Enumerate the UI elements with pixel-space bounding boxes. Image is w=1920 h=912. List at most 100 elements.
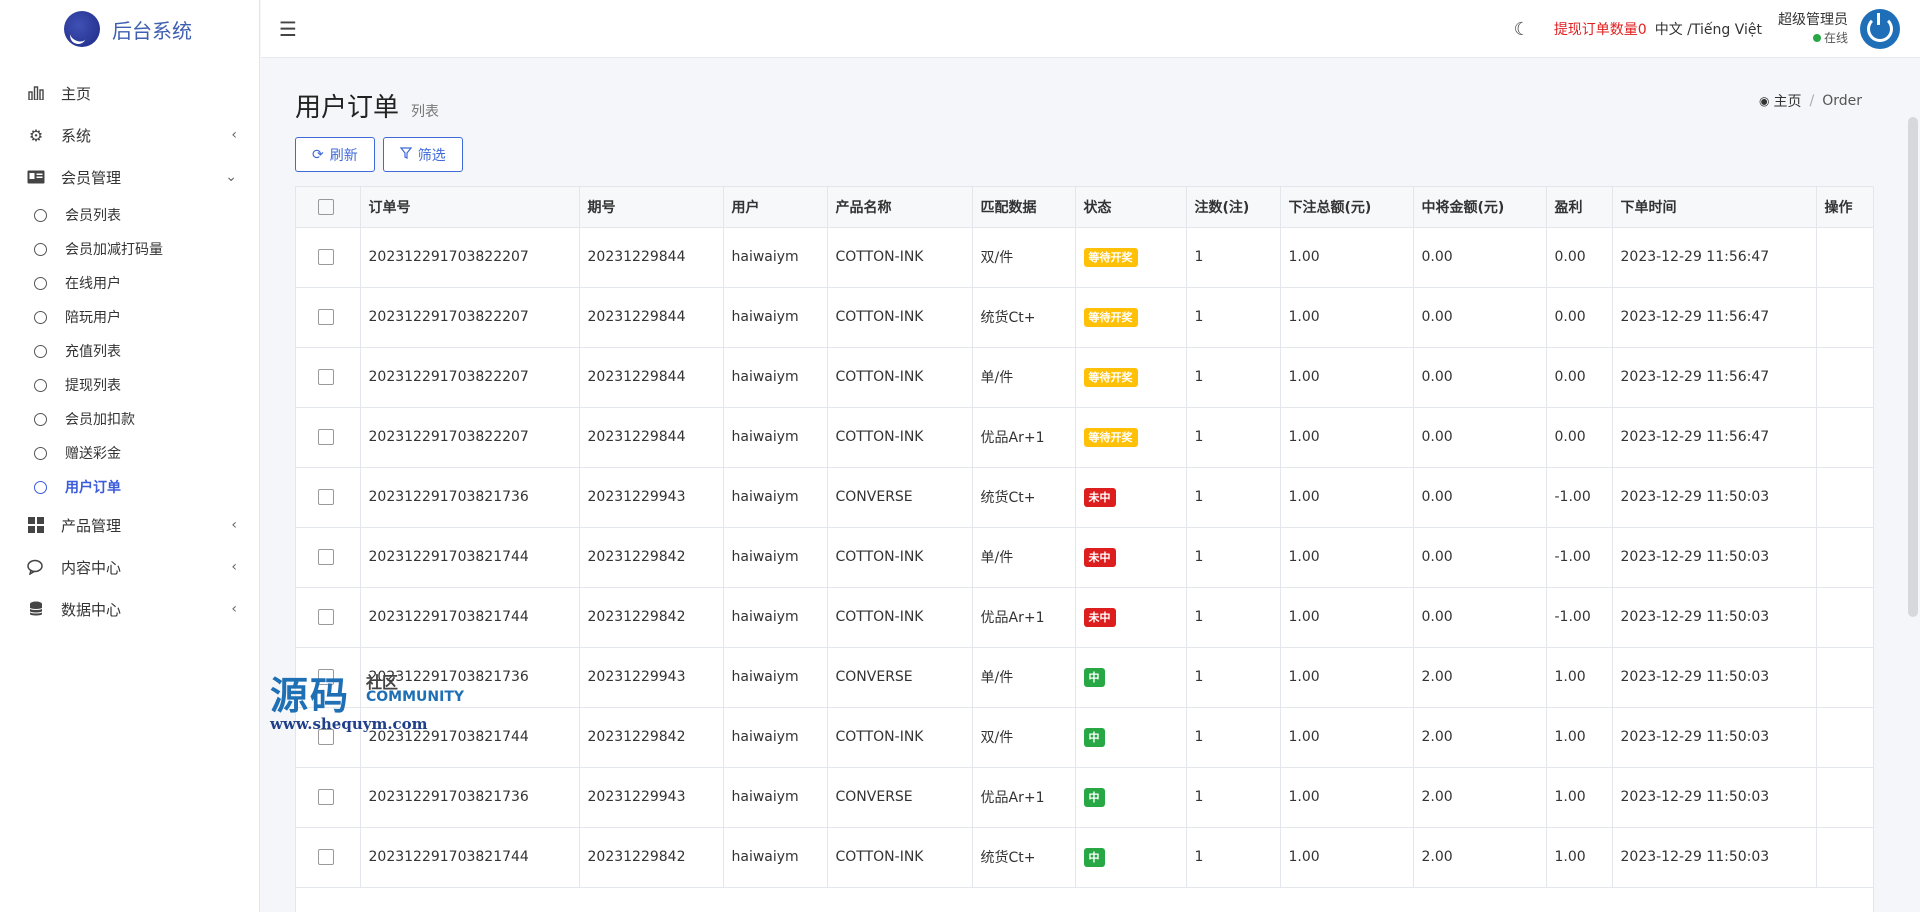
brand[interactable]: 后台系统 <box>0 0 259 58</box>
table-cell: 1.00 <box>1280 647 1414 708</box>
table-row[interactable]: 202312291703821744 20231229842 haiwaiym COT… <box>296 587 1873 648</box>
page-scrollbar[interactable] <box>1908 117 1918 617</box>
table-cell: 20231229844 <box>579 287 724 348</box>
column-header[interactable]: 状态 <box>1075 187 1187 228</box>
row-checkbox[interactable] <box>318 429 334 445</box>
sidebar-subitem-member-balance-adjust[interactable]: 会员加扣款 <box>0 402 259 436</box>
actions-cell <box>1816 587 1873 648</box>
row-checkbox[interactable] <box>318 609 334 625</box>
column-header[interactable]: 匹配数据 <box>972 187 1076 228</box>
table-cell: 1.00 <box>1546 707 1613 768</box>
column-header[interactable]: 盈利 <box>1546 187 1613 228</box>
table-row[interactable]: 202312291703822207 20231229844 haiwaiym COT… <box>296 407 1873 468</box>
column-header[interactable]: 用户 <box>723 187 828 228</box>
table-cell: 1 <box>1186 287 1281 348</box>
circle-icon <box>34 208 47 222</box>
sidebar-subitem-online-users[interactable]: 在线用户 <box>0 266 259 300</box>
row-checkbox[interactable] <box>318 369 334 385</box>
sidebar-subitem-user-orders[interactable]: 用户订单 <box>0 470 259 504</box>
row-select-cell[interactable] <box>296 827 361 888</box>
column-header[interactable]: 下单时间 <box>1612 187 1817 228</box>
sidebar-item-product-management[interactable]: 产品管理 ‹ <box>0 504 259 546</box>
row-checkbox[interactable] <box>318 309 334 325</box>
table-cell: 1.00 <box>1280 527 1414 588</box>
row-checkbox[interactable] <box>318 789 334 805</box>
table-row[interactable]: 202312291703821744 20231229842 haiwaiym COT… <box>296 707 1873 768</box>
sidebar-subitem-companion-users[interactable]: 陪玩用户 <box>0 300 259 334</box>
table-cell: 20231229844 <box>579 407 724 468</box>
breadcrumb-home[interactable]: 主页 <box>1773 91 1801 111</box>
filter-button[interactable]: 筛选 <box>382 137 463 172</box>
sidebar-item-member-management[interactable]: 会员管理 ⌄ <box>0 156 259 198</box>
row-checkbox[interactable] <box>318 489 334 505</box>
select-all-cell[interactable] <box>296 187 361 228</box>
watermark-logo: 源码 社区 COMMUNITY www.shequym.com <box>270 665 480 735</box>
row-checkbox[interactable] <box>318 249 334 265</box>
sidebar-subitem-bonus-gift[interactable]: 赠送彩金 <box>0 436 259 470</box>
language-switcher[interactable]: 中文 /Tiếng Việt <box>1655 19 1762 39</box>
column-header[interactable]: 产品名称 <box>827 187 973 228</box>
column-header[interactable]: 订单号 <box>360 187 580 228</box>
table-cell: -1.00 <box>1546 527 1613 588</box>
page-title-block: 用户订单 列表 <box>295 87 439 124</box>
sidebar-subitem-recharge-list[interactable]: 充值列表 <box>0 334 259 368</box>
table-cell: 优品Ar+1 <box>972 767 1076 828</box>
table-cell: 202312291703822207 <box>360 407 580 468</box>
table-row[interactable]: 202312291703821744 20231229842 haiwaiym COT… <box>296 527 1873 588</box>
moon-icon[interactable]: ☾ <box>1514 19 1530 40</box>
row-checkbox[interactable] <box>318 849 334 865</box>
table-cell: 2023-12-29 11:50:03 <box>1612 767 1817 828</box>
status-cell: 中 <box>1075 767 1187 828</box>
table-cell: 优品Ar+1 <box>972 407 1076 468</box>
table-cell: 202312291703821744 <box>360 587 580 648</box>
refresh-button[interactable]: ⟳ 刷新 <box>295 137 375 172</box>
column-header[interactable]: 期号 <box>579 187 724 228</box>
row-select-cell[interactable] <box>296 347 361 408</box>
table-cell: haiwaiym <box>723 407 828 468</box>
avatar[interactable] <box>1860 9 1900 49</box>
table-cell: 2.00 <box>1413 707 1547 768</box>
row-select-cell[interactable] <box>296 287 361 348</box>
table-cell: 优品Ar+1 <box>972 587 1076 648</box>
table-cell: 20231229943 <box>579 647 724 708</box>
column-header[interactable]: 中将金额(元) <box>1413 187 1547 228</box>
actions-cell <box>1816 707 1873 768</box>
sidebar-subitem-label: 提现列表 <box>65 378 121 394</box>
sidebar-nav: 主页 ⚙ 系统 ‹ 会员管理 ⌄ 会员列表 会员加减打码量 在线用户 陪玩用户 … <box>0 58 259 630</box>
row-select-cell[interactable] <box>296 527 361 588</box>
sidebar-item-home[interactable]: 主页 <box>0 72 259 114</box>
sidebar-subitem-withdraw-list[interactable]: 提现列表 <box>0 368 259 402</box>
table-row[interactable]: 202312291703821736 20231229943 haiwaiym CON… <box>296 467 1873 528</box>
table-cell: 1 <box>1186 407 1281 468</box>
hamburger-menu-icon[interactable]: ☰ <box>279 17 297 41</box>
table-cell: haiwaiym <box>723 527 828 588</box>
sidebar-subitem-member-code-adjust[interactable]: 会员加减打码量 <box>0 232 259 266</box>
row-select-cell[interactable] <box>296 407 361 468</box>
sidebar-subitem-member-list[interactable]: 会员列表 <box>0 198 259 232</box>
table-row[interactable]: 202312291703822207 20231229844 haiwaiym COT… <box>296 347 1873 408</box>
database-icon <box>26 599 46 619</box>
column-header[interactable]: 下注总额(元) <box>1280 187 1414 228</box>
row-select-cell[interactable] <box>296 467 361 528</box>
table-cell: COTTON-INK <box>827 407 973 468</box>
sidebar-item-label: 内容中心 <box>61 558 122 577</box>
table-row[interactable]: 202312291703821736 20231229943 haiwaiym CON… <box>296 647 1873 708</box>
table-row[interactable]: 202312291703821736 20231229943 haiwaiym CON… <box>296 767 1873 828</box>
withdraw-order-count[interactable]: 提现订单数量0 <box>1554 19 1647 39</box>
row-select-cell[interactable] <box>296 587 361 648</box>
table-cell: 0.00 <box>1413 287 1547 348</box>
table-row[interactable]: 202312291703822207 20231229844 haiwaiym COT… <box>296 287 1873 348</box>
table-row[interactable]: 202312291703821744 20231229842 haiwaiym COT… <box>296 827 1873 888</box>
select-all-checkbox[interactable] <box>318 198 334 215</box>
table-cell: CONVERSE <box>827 767 973 828</box>
row-select-cell[interactable] <box>296 227 361 288</box>
table-row[interactable]: 202312291703822207 20231229844 haiwaiym COT… <box>296 227 1873 288</box>
sidebar-item-system[interactable]: ⚙ 系统 ‹ <box>0 114 259 156</box>
column-header[interactable]: 注数(注) <box>1186 187 1281 228</box>
table-cell: 202312291703821736 <box>360 467 580 528</box>
row-select-cell[interactable] <box>296 767 361 828</box>
user-info[interactable]: 超级管理员 在线 <box>1778 11 1848 47</box>
row-checkbox[interactable] <box>318 549 334 565</box>
sidebar-item-data-center[interactable]: 数据中心 ‹ <box>0 588 259 630</box>
sidebar-item-content-center[interactable]: 内容中心 ‹ <box>0 546 259 588</box>
